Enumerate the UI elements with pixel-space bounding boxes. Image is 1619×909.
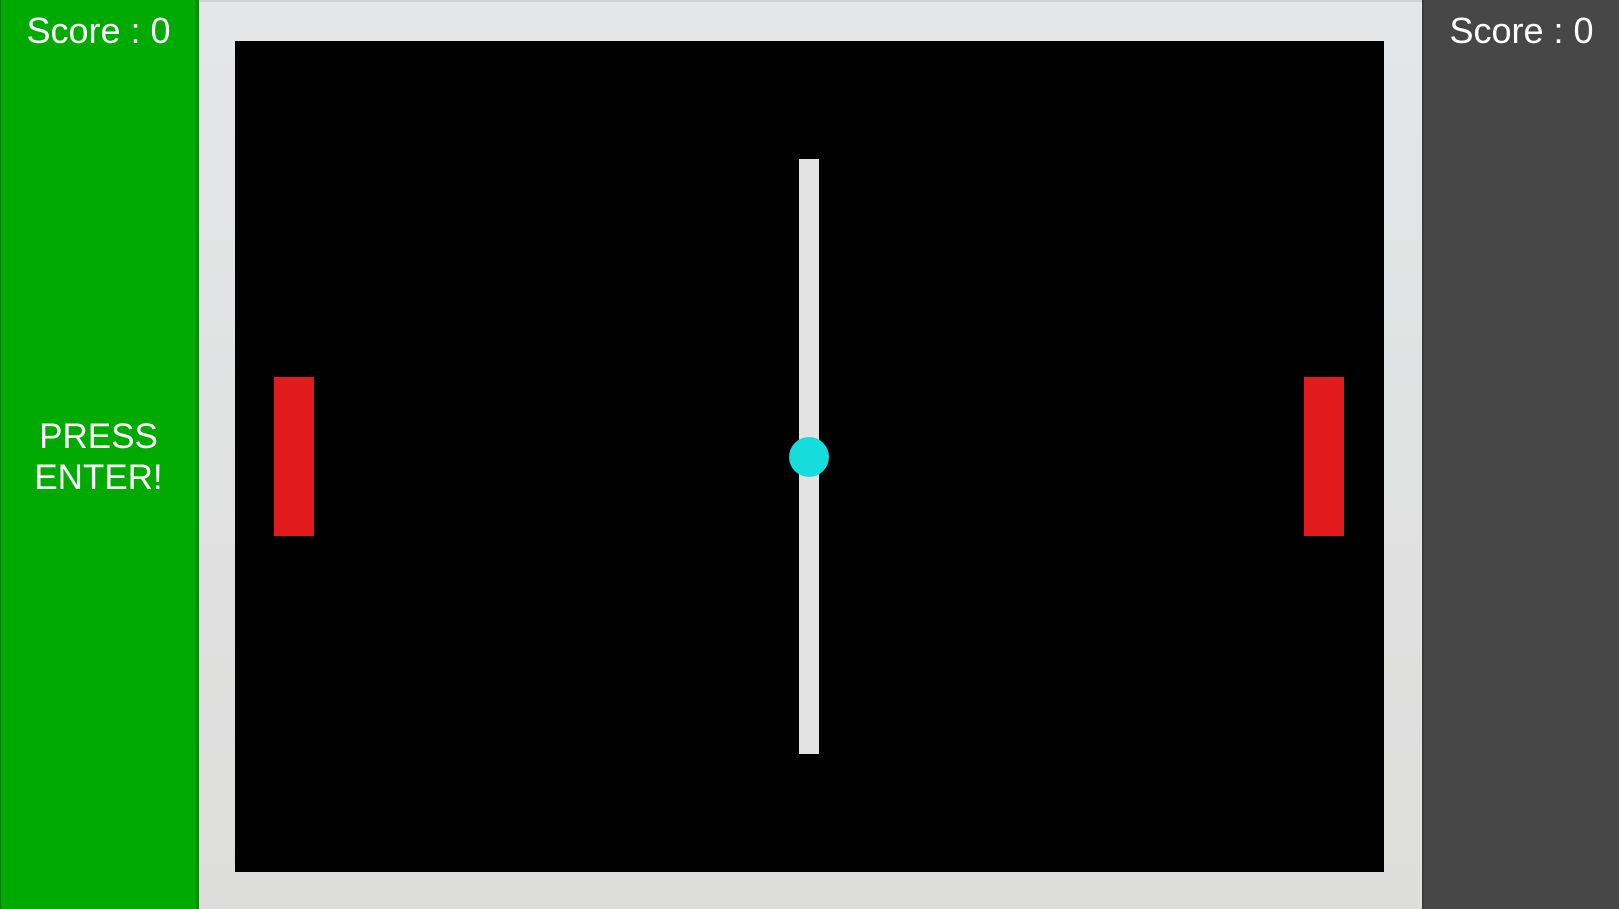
game-court[interactable]	[235, 41, 1384, 872]
right-player-panel: Score : 0	[1422, 0, 1619, 909]
left-paddle	[274, 377, 314, 536]
right-paddle	[1304, 377, 1344, 536]
left-score: Score : 0	[26, 10, 171, 51]
ball	[789, 437, 829, 477]
right-score: Score : 0	[1449, 10, 1594, 51]
press-enter-prompt: PRESS ENTER!	[34, 417, 163, 497]
left-player-panel: Score : 0 PRESS ENTER!	[0, 0, 199, 909]
pong-game: Score : 0 PRESS ENTER! Score : 0	[0, 0, 1619, 909]
